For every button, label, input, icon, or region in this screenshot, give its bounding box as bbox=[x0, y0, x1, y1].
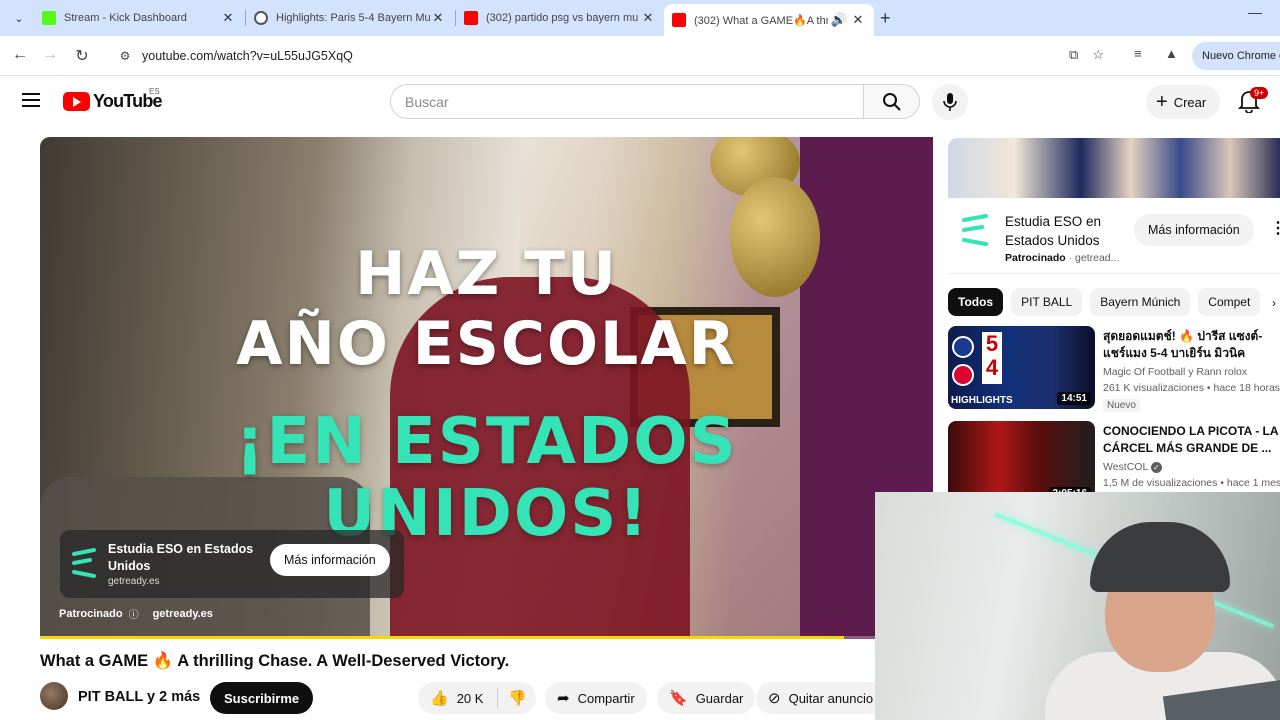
youtube-logo[interactable]: YouTube ES bbox=[63, 87, 163, 112]
minimize-window-icon[interactable]: — bbox=[1248, 4, 1262, 20]
ad-progress-fill bbox=[40, 636, 844, 639]
thumbs-up-icon: 👍 bbox=[430, 690, 449, 707]
sponsor-card: Estudia ESO en Estados Unidos Patrocinad… bbox=[948, 198, 1280, 274]
share-icon: ➦ bbox=[557, 690, 570, 707]
recommendation-title: CONOCIENDO LA PICOTA - LA CÁRCEL MÁS GRA… bbox=[1103, 424, 1279, 455]
install-app-icon[interactable]: ⧉ bbox=[1069, 47, 1078, 63]
chrome-profile-button[interactable]: Nuevo Chrome c bbox=[1192, 42, 1280, 70]
video-player[interactable]: HAZ TU AÑO ESCOLAR ¡EN ESTADOS UNIDOS! E… bbox=[40, 137, 933, 639]
recommendation-channel: Magic Of Football y Rann rolox bbox=[1103, 366, 1248, 378]
site-settings-icon[interactable]: ⚙ bbox=[112, 49, 138, 63]
video-actions-row: PIT BALL y 2 más Suscribirme 👍 20 K 👎 ➦ … bbox=[40, 682, 886, 714]
chevron-right-icon[interactable]: › bbox=[1272, 296, 1276, 310]
score-graphic: 54 bbox=[982, 332, 1002, 384]
sponsor-more-info-button[interactable]: Más información bbox=[1134, 214, 1254, 246]
ad-headline: ¡EN ESTADOS bbox=[235, 405, 738, 479]
browser-tab-partido[interactable]: (302) partido psg vs bayern mu ✕ bbox=[456, 4, 664, 32]
getready-logo-icon bbox=[72, 548, 96, 578]
kick-favicon-icon bbox=[42, 11, 56, 25]
divider bbox=[497, 688, 499, 708]
notifications-bell-icon[interactable]: 9+ bbox=[1237, 87, 1269, 115]
share-button[interactable]: ➦ Compartir bbox=[545, 682, 647, 714]
reading-list-icon[interactable]: ≡ bbox=[1134, 46, 1142, 61]
chip-pit-ball[interactable]: PIT BALL bbox=[1011, 288, 1083, 316]
ad-overlay-card: Estudia ESO en Estados Unidos getready.e… bbox=[60, 530, 404, 598]
plus-icon: + bbox=[1156, 90, 1168, 113]
webcam-overlay bbox=[875, 492, 1280, 720]
block-icon: ⊘ bbox=[768, 690, 781, 707]
speaker-icon[interactable]: 🔊 bbox=[828, 12, 850, 28]
channel-name[interactable]: PIT BALL y 2 más bbox=[78, 689, 200, 705]
ad-headline: AÑO ESCOLAR bbox=[236, 309, 737, 379]
recommendation-meta: 1,5 M de visualizaciones • hace 1 mes bbox=[1103, 477, 1280, 489]
create-button[interactable]: + Crear bbox=[1146, 85, 1221, 119]
notifications-badge: 9+ bbox=[1250, 87, 1269, 99]
video-title: What a GAME 🔥 A thrilling Chase. A Well-… bbox=[40, 652, 510, 670]
browser-tab-strip: ⌄ Stream - Kick Dashboard ✕ Highlights: … bbox=[0, 0, 1280, 36]
youtube-favicon-icon bbox=[464, 11, 478, 25]
info-icon[interactable]: ⓘ bbox=[129, 606, 139, 621]
sponsor-domain-link[interactable]: getready.es bbox=[153, 608, 213, 620]
psg-crest-icon bbox=[952, 336, 974, 358]
ad-more-info-button[interactable]: Más información bbox=[270, 544, 390, 576]
save-button[interactable]: 🔖 Guardar bbox=[657, 682, 756, 714]
recommendation-title: สุดยอดแมตช์! 🔥 ปารีส แซงต์-แชร์แมง 5-4 บ… bbox=[1103, 329, 1263, 360]
recommendation-meta: 261 K visualizaciones • hace 18 horas bbox=[1103, 382, 1280, 394]
browser-toolbar: ← → ↻ ⚙ youtube.com/watch?v=uL55uJG5XqQ … bbox=[0, 36, 1280, 76]
tab-close-icon[interactable]: ✕ bbox=[850, 12, 866, 28]
thumb-label: HIGHLIGHTS bbox=[951, 395, 1013, 406]
chip-todos[interactable]: Todos bbox=[948, 288, 1004, 316]
chip-compet[interactable]: Compet bbox=[1198, 288, 1261, 316]
video-duration: 14:51 bbox=[1057, 392, 1091, 405]
sponsor-banner-image[interactable] bbox=[948, 138, 1280, 198]
microphone-icon bbox=[943, 93, 957, 111]
youtube-header: YouTube ES Buscar + Crear 9+ bbox=[0, 77, 1280, 127]
youtube-favicon-icon bbox=[672, 13, 686, 27]
browser-tab-active[interactable]: (302) What a GAME🔥A thr 🔊 ✕ bbox=[664, 4, 874, 36]
filter-chips: Todos PIT BALL Bayern Múnich Compet bbox=[948, 288, 1280, 316]
browser-tab-highlights[interactable]: Highlights: Paris 5-4 Bayern Mu ✕ bbox=[246, 4, 454, 32]
back-arrow-icon[interactable]: ← bbox=[10, 46, 30, 64]
more-vertical-icon[interactable]: ⋮ bbox=[1270, 218, 1280, 238]
search-button[interactable] bbox=[863, 84, 920, 119]
tab-search-chevron-icon[interactable]: ⌄ bbox=[8, 7, 30, 29]
new-tab-icon[interactable]: + bbox=[880, 8, 891, 29]
bookmark-icon: 🔖 bbox=[669, 690, 688, 707]
ad-headline: HAZ TU bbox=[355, 239, 618, 309]
getready-logo-icon bbox=[962, 214, 988, 246]
tab-close-icon[interactable]: ✕ bbox=[220, 10, 236, 26]
address-bar[interactable]: ⚙ youtube.com/watch?v=uL55uJG5XqQ ⧉ ☆ bbox=[106, 41, 1116, 71]
channel-avatar[interactable] bbox=[40, 682, 68, 710]
menu-icon[interactable] bbox=[22, 93, 40, 111]
voice-search-button[interactable] bbox=[932, 84, 968, 120]
youtube-play-icon bbox=[63, 92, 90, 111]
tab-close-icon[interactable]: ✕ bbox=[430, 10, 446, 26]
chip-bayern[interactable]: Bayern Múnich bbox=[1090, 288, 1191, 316]
search-icon bbox=[882, 92, 901, 111]
new-badge: Nuevo bbox=[1103, 399, 1140, 412]
extension-icon[interactable]: ▲ bbox=[1165, 46, 1178, 61]
bookmark-star-icon[interactable]: ☆ bbox=[1092, 47, 1104, 63]
bayern-crest-icon bbox=[952, 364, 974, 386]
forward-arrow-icon[interactable]: → bbox=[40, 46, 60, 64]
browser-tab-kick[interactable]: Stream - Kick Dashboard ✕ bbox=[34, 4, 244, 32]
sponsor-meta: Patrocinado · getread... bbox=[1005, 252, 1120, 264]
verified-check-icon: ✓ bbox=[1150, 462, 1162, 473]
thumbs-down-icon: 👎 bbox=[508, 690, 527, 707]
dislike-button[interactable]: 👎 bbox=[502, 682, 538, 714]
reload-icon[interactable]: ↻ bbox=[72, 46, 92, 66]
remove-ads-button[interactable]: ⊘ Quitar anuncio bbox=[756, 682, 886, 714]
streamer-cap bbox=[1090, 522, 1230, 592]
ad-progress-bar[interactable] bbox=[40, 636, 933, 639]
soccer-ball-icon bbox=[254, 11, 268, 25]
tab-close-icon[interactable]: ✕ bbox=[640, 10, 656, 26]
subscribe-button[interactable]: Suscribirme bbox=[210, 682, 314, 714]
ad-sponsored-row: Patrocinado ⓘ getready.es bbox=[59, 606, 213, 622]
recommendation-item[interactable]: 54 HIGHLIGHTS 14:51 สุดยอดแมตช์! 🔥 ปารีส… bbox=[948, 326, 1280, 412]
video-thumbnail[interactable]: 54 HIGHLIGHTS 14:51 bbox=[948, 326, 1095, 409]
recommendation-channel: WestCOL ✓ bbox=[1103, 461, 1162, 473]
search-input[interactable]: Buscar bbox=[390, 84, 864, 119]
